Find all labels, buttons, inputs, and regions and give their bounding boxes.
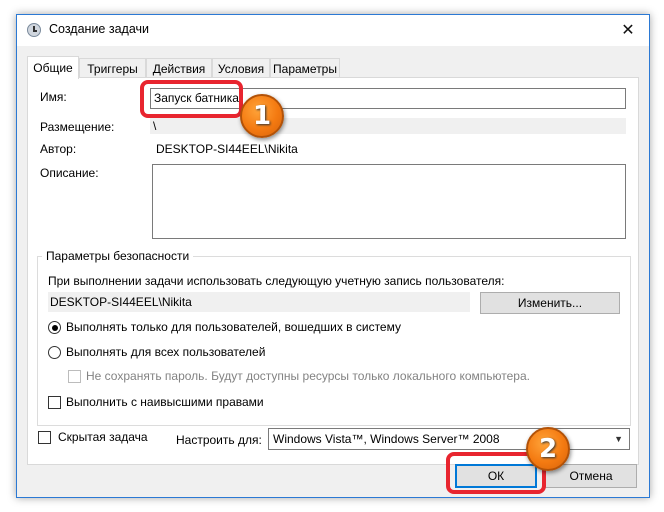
- chevron-down-icon: ▼: [614, 434, 623, 444]
- hidden-task-checkbox[interactable]: [38, 431, 51, 444]
- create-task-window: Создание задачи ✕ Общие Триггеры Действи…: [16, 14, 650, 498]
- account-prompt: При выполнении задачи использовать следу…: [48, 274, 505, 288]
- account-field: DESKTOP-SI44EEL\Nikita: [48, 292, 470, 312]
- security-legend: Параметры безопасности: [42, 249, 194, 263]
- step-1-marker: 1: [240, 94, 284, 138]
- step-2-marker: 2: [526, 427, 570, 471]
- hidden-task-label: Скрытая задача: [58, 430, 148, 444]
- author-label: Автор:: [40, 142, 77, 156]
- radio-logged-on-label: Выполнять только для пользователей, воше…: [66, 320, 401, 334]
- radio-all-users-label: Выполнять для всех пользователей: [66, 345, 266, 359]
- tab-triggers[interactable]: Триггеры: [79, 58, 146, 78]
- tab-actions[interactable]: Действия: [146, 58, 212, 78]
- no-store-password-checkbox[interactable]: [68, 370, 81, 383]
- name-label: Имя:: [40, 90, 67, 104]
- name-field-highlight: [140, 80, 243, 118]
- author-value: DESKTOP-SI44EEL\Nikita: [156, 142, 298, 156]
- location-field: \: [150, 118, 626, 134]
- description-label: Описание:: [40, 166, 99, 180]
- configure-for-label: Настроить для:: [176, 433, 262, 447]
- close-button[interactable]: ✕: [607, 15, 649, 46]
- window-title: Создание задачи: [49, 22, 149, 36]
- location-value: \: [153, 119, 157, 133]
- task-scheduler-clock-icon: [27, 23, 41, 37]
- configure-for-select[interactable]: Windows Vista™, Windows Server™ 2008 ▼: [268, 428, 630, 450]
- title-bar: Создание задачи ✕: [17, 15, 649, 46]
- radio-logged-on-only[interactable]: [48, 321, 61, 334]
- close-icon: ✕: [621, 22, 635, 39]
- tab-settings[interactable]: Параметры: [270, 58, 340, 78]
- account-value: DESKTOP-SI44EEL\Nikita: [50, 295, 192, 309]
- highest-privileges-checkbox[interactable]: [48, 396, 61, 409]
- radio-all-users[interactable]: [48, 346, 61, 359]
- description-textarea[interactable]: [152, 164, 626, 239]
- change-user-button[interactable]: Изменить...: [480, 292, 620, 314]
- tab-general[interactable]: Общие: [27, 56, 79, 79]
- general-tab-panel: Имя: Запуск батника Размещение: \ Автор:…: [27, 77, 639, 465]
- location-label: Размещение:: [40, 120, 115, 134]
- highest-privileges-label: Выполнить с наивысшими правами: [66, 395, 264, 409]
- configure-for-value: Windows Vista™, Windows Server™ 2008: [273, 432, 500, 446]
- tab-conditions[interactable]: Условия: [212, 58, 270, 78]
- no-store-password-label: Не сохранять пароль. Будут доступны ресу…: [86, 369, 530, 383]
